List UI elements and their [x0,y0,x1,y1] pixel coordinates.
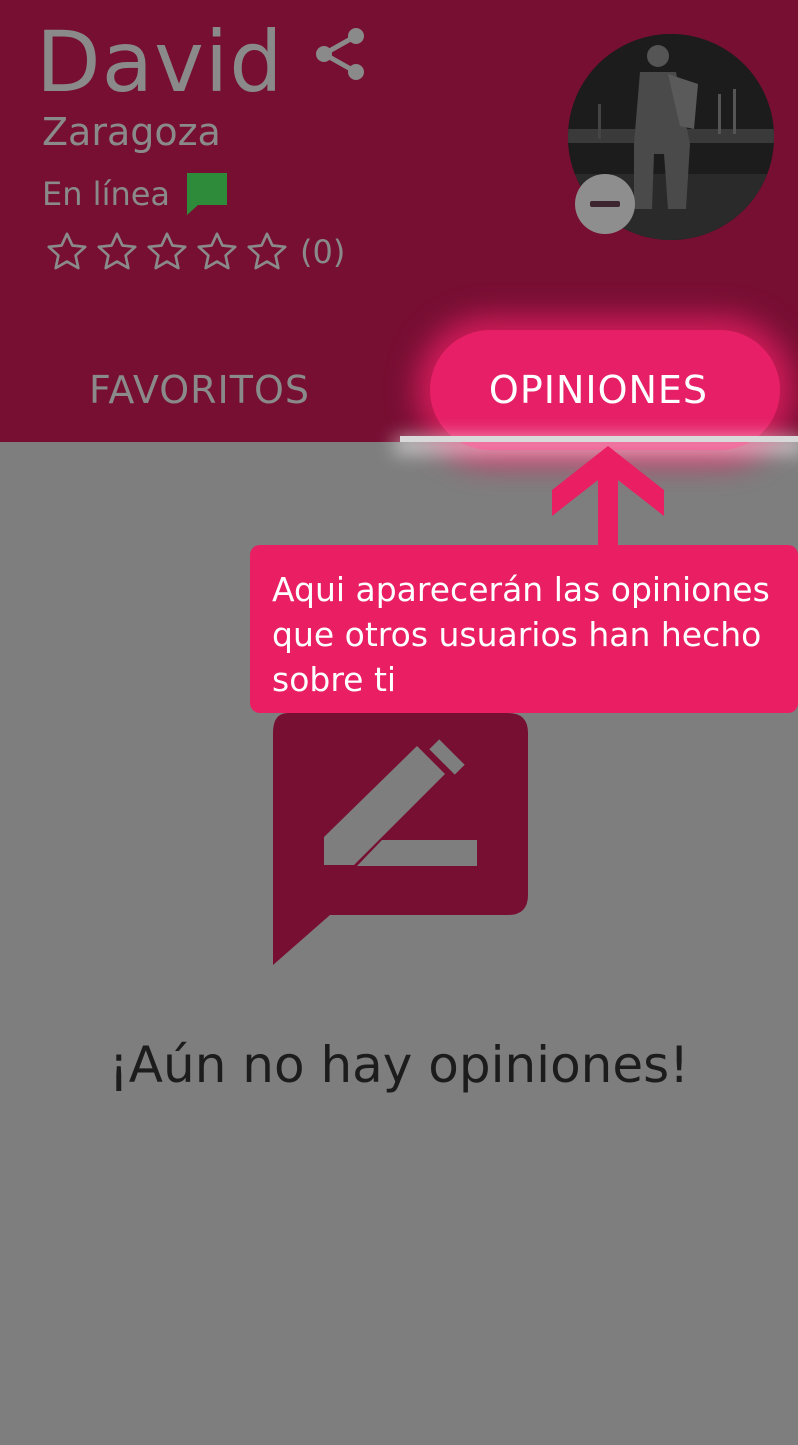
profile-header: David Zaragoza En línea (0) FAVORITOS OP… [0,0,798,450]
star-outline-icon [247,232,287,270]
share-icon[interactable] [312,26,368,82]
profile-city: Zaragoza [42,110,221,154]
tab-favoritos[interactable]: FAVORITOS [0,340,399,440]
star-outline-icon [197,232,237,270]
arrow-up-icon [552,446,664,550]
online-status: En línea [42,172,230,216]
empty-state-message: ¡Aún no hay opiniones! [108,1036,690,1094]
star-outline-icon [47,232,87,270]
profile-name: David [36,13,284,111]
edit-comment-icon [273,713,528,965]
tab-indicator [400,436,798,442]
tab-bar: FAVORITOS OPINIONES [0,340,798,442]
minus-bar [590,201,620,207]
rating: (0) [44,228,345,276]
star-outline-icon [147,232,187,270]
tutorial-tooltip: Aqui aparecerán las opiniones que otros … [250,545,798,713]
chat-bubble-icon [187,173,228,215]
status-label: En línea [42,175,171,213]
minus-icon[interactable] [575,174,635,234]
star-outline-icon [97,232,137,270]
rating-count: (0) [300,233,346,271]
tab-opiniones[interactable]: OPINIONES [399,340,798,440]
